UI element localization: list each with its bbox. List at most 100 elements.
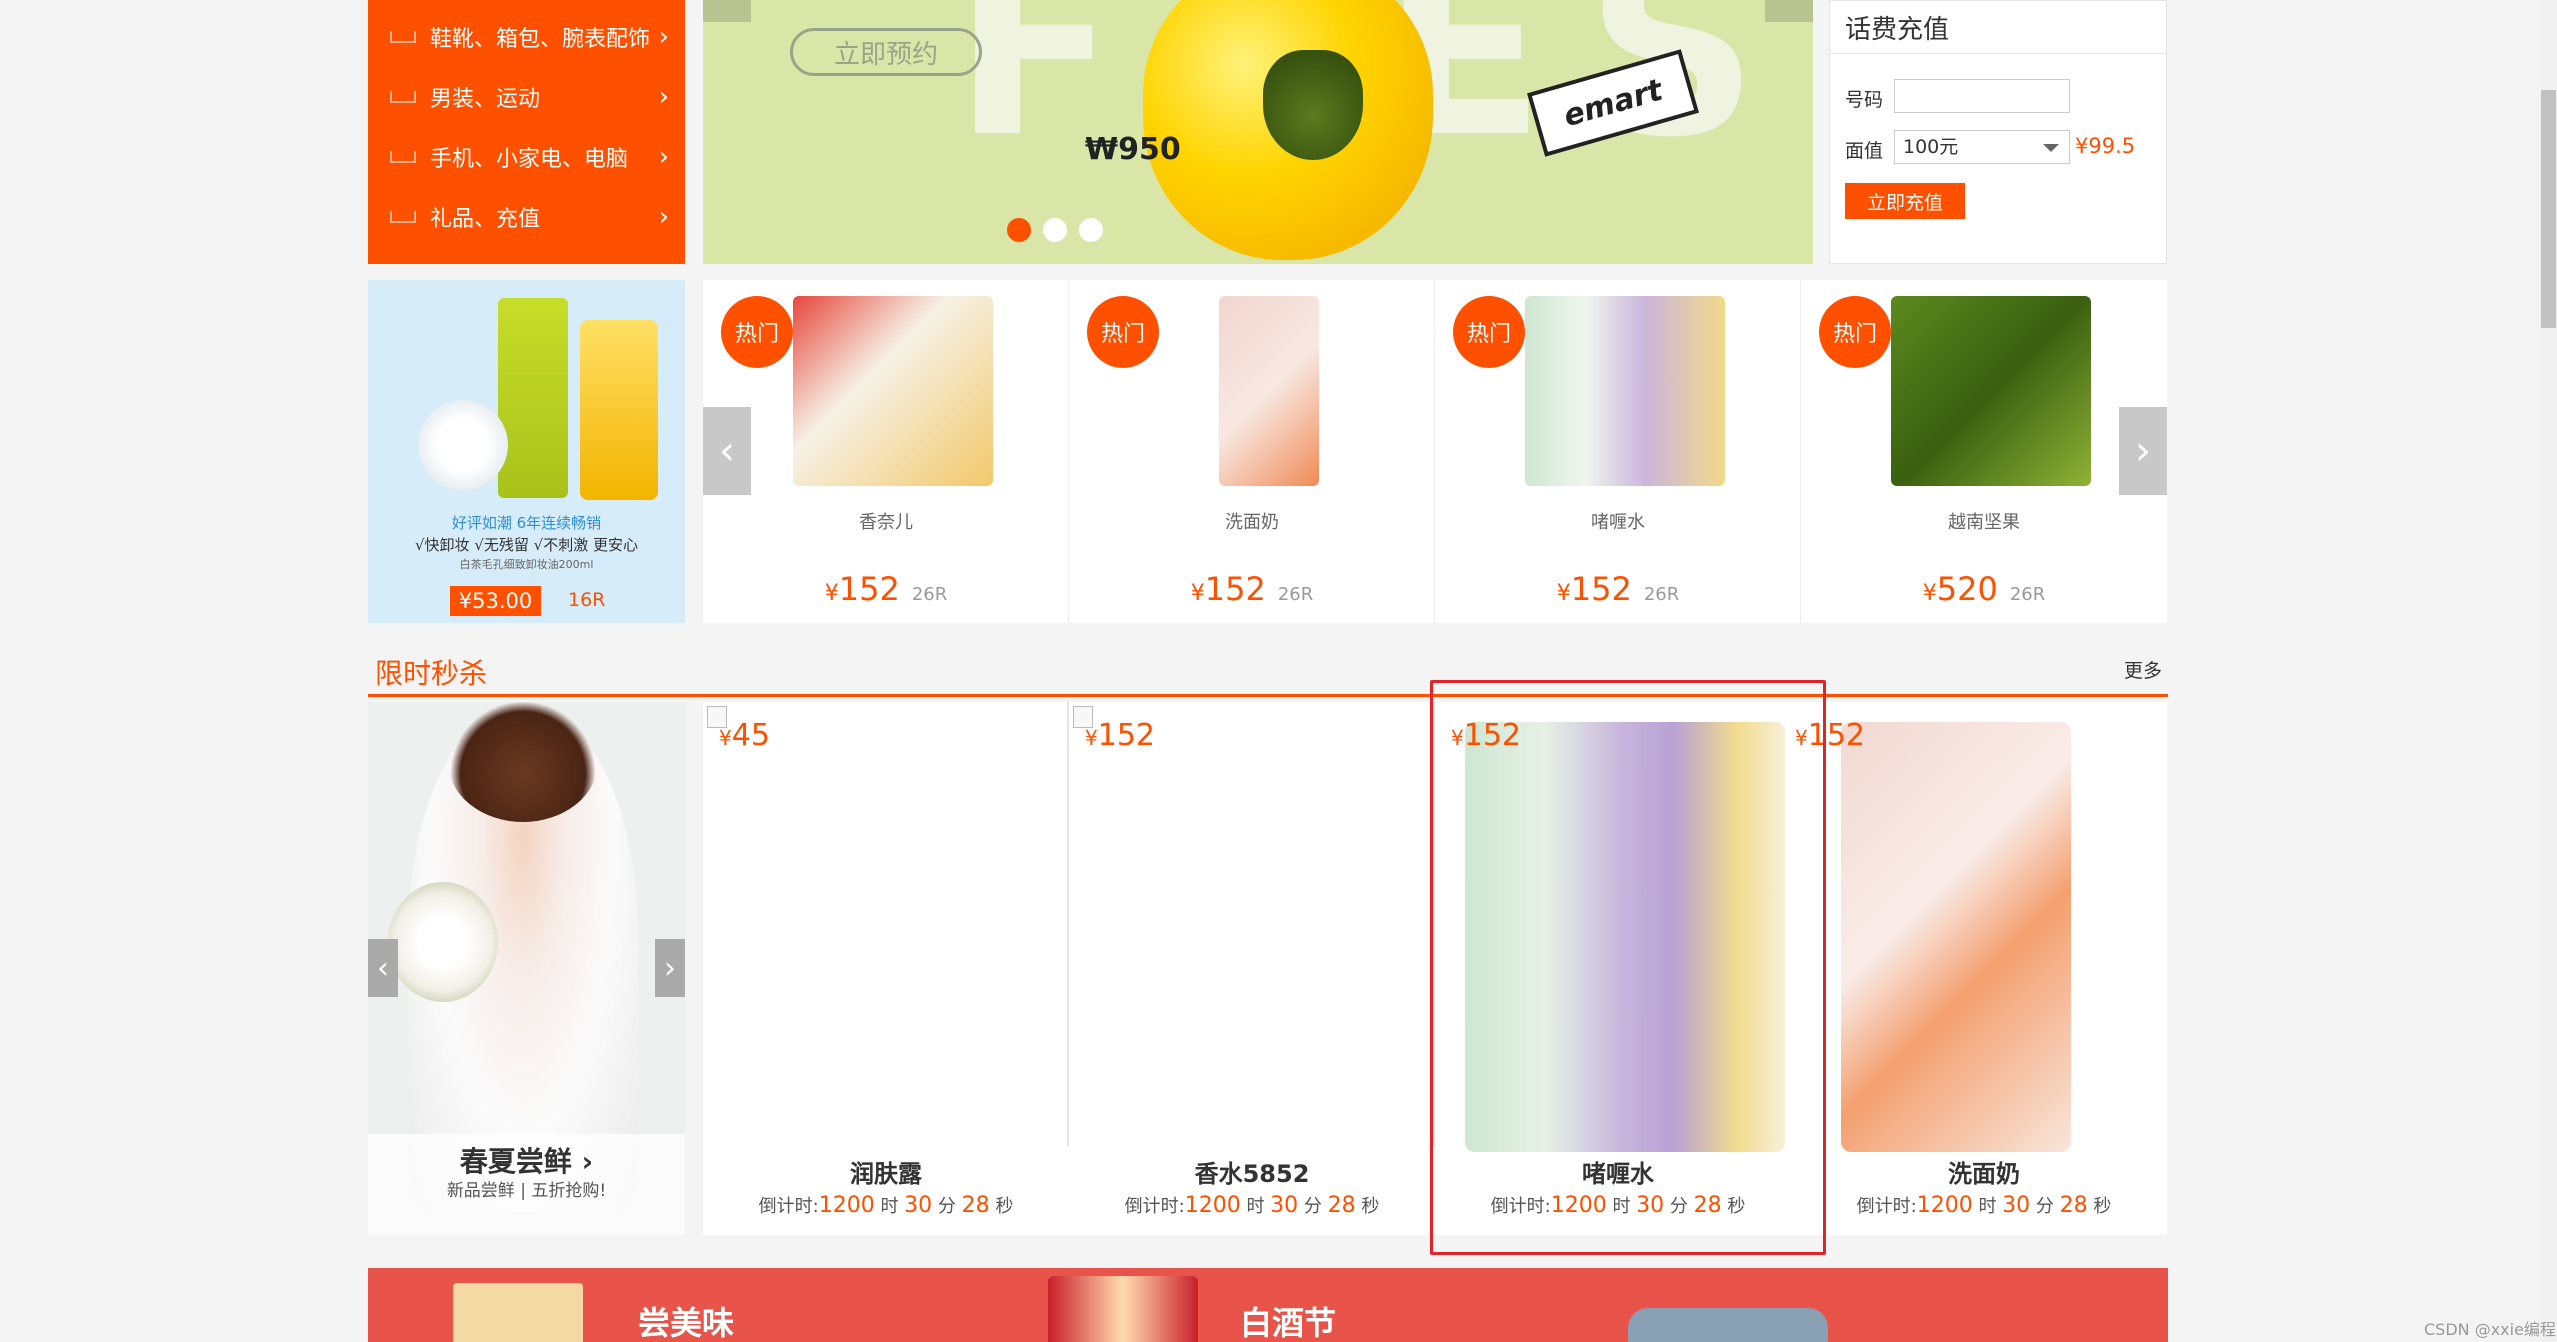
shoe-icon [390, 31, 416, 43]
chevron-right-icon: › [658, 202, 669, 232]
divider [1830, 53, 2168, 54]
olive-oil-product-image [1891, 296, 2091, 486]
minute-unit: 分 [1303, 1196, 1322, 1217]
category-label: 男装、运动 [430, 87, 541, 112]
flash-sale-card[interactable]: ¥152 洗面奶 倒计时:1200 时 30 分 28 秒 [1795, 702, 2167, 1235]
reserve-button[interactable]: 立即预约 [790, 28, 982, 76]
hot-badge: 热门 [721, 296, 793, 368]
price-unit: 26R [1277, 584, 1314, 605]
price-unit: 26R [1643, 584, 1680, 605]
countdown-seconds: 28 [961, 1193, 990, 1218]
flash-price: ¥45 [719, 718, 770, 753]
currency-symbol: ¥ [719, 726, 732, 750]
currency-symbol: ¥ [1085, 726, 1098, 750]
recharge-price: ¥99.5 [2075, 134, 2136, 158]
hot-product-card[interactable]: 热门 越南坚果 ¥520 26R [1801, 280, 2167, 623]
countdown-minutes: 30 [1270, 1193, 1299, 1218]
selection-highlight [1430, 680, 1826, 1255]
main-banner[interactable]: FRESH 立即预约 ₩950 emart [703, 0, 1813, 264]
currency-symbol: ¥ [824, 581, 839, 606]
price-value: 45 [731, 718, 770, 753]
countdown-minutes: 30 [904, 1193, 933, 1218]
amount-selected-value: 100元 [1903, 136, 1959, 158]
cosmetics-product-image [1525, 296, 1725, 486]
phone-number-input[interactable] [1894, 79, 2070, 113]
flash-sale-card[interactable]: ¥152 香水5852 倒计时:1200 时 30 分 28 秒 [1069, 702, 1435, 1235]
countdown: 倒计时:1200 时 30 分 28 秒 [1801, 1192, 2167, 1218]
banner-prev-button[interactable] [703, 0, 751, 22]
category-item-menswear[interactable]: 男装、运动 › [368, 67, 685, 127]
countdown: 倒计时:1200 时 30 分 28 秒 [1069, 1192, 1435, 1218]
currency-symbol: ¥ [1190, 581, 1205, 606]
hot-product-card[interactable]: 热门 洗面奶 ¥152 26R [1069, 280, 1435, 623]
category-item-gifts[interactable]: 礼品、充值 › [368, 187, 685, 247]
countdown-prefix: 倒计时: [1124, 1196, 1185, 1217]
bottom-banner-text: 白酒节 [1240, 1304, 1337, 1342]
scrollbar-thumb[interactable] [2541, 90, 2556, 328]
price-value: 152 [1097, 718, 1155, 753]
price-value: 520 [1936, 570, 1998, 608]
phone-label: 号码 [1845, 89, 1884, 111]
pepper-stem [1263, 50, 1363, 160]
flash-price: ¥152 [1085, 718, 1155, 753]
carousel-dot[interactable] [1079, 218, 1103, 242]
hot-badge: 热门 [1087, 296, 1159, 368]
second-unit: 秒 [1361, 1196, 1380, 1217]
countdown-hours: 1200 [818, 1193, 875, 1218]
flash-product-name: 洗面奶 [1948, 1160, 2020, 1188]
banner-next-button[interactable] [1765, 0, 1813, 22]
flower-image [418, 400, 508, 490]
milk-product-image [793, 296, 993, 486]
recharge-title: 话费充值 [1845, 15, 1950, 45]
promo-price: ¥53.00 [450, 586, 541, 616]
currency-symbol: ¥ [1556, 581, 1571, 606]
product-price: ¥152 26R [1069, 570, 1435, 608]
chevron-right-icon: › [658, 22, 669, 52]
product-name: 香奈儿 [859, 512, 913, 533]
promo-product-name: 白茶毛孔细致卸妆油200ml [459, 558, 594, 571]
banner-next-button[interactable]: › [655, 939, 685, 997]
countdown-prefix: 倒计时: [1856, 1196, 1917, 1217]
product-name: 啫喱水 [1591, 512, 1645, 533]
hot-prev-button[interactable]: ‹ [703, 407, 751, 495]
flash-sale-card[interactable]: ¥45 润肤露 倒计时:1200 时 30 分 28 秒 [703, 702, 1069, 1235]
gift-icon [390, 211, 416, 223]
phone-recharge-panel: 话费充值 号码 面值 100元 ¥99.5 立即充值 [1829, 0, 2168, 264]
banner-caption-title: 春夏尝鲜 › [368, 1140, 685, 1180]
second-unit: 秒 [995, 1196, 1014, 1217]
flash-sale-banner[interactable]: 春夏尝鲜 › 新品尝鲜 | 五折抢购! ‹ › [368, 702, 685, 1235]
carousel-dot[interactable] [1007, 218, 1031, 242]
currency-symbol: ¥ [1922, 581, 1937, 606]
category-item-phones[interactable]: 手机、小家电、电脑 › [368, 127, 685, 187]
second-unit: 秒 [2093, 1196, 2112, 1217]
chevron-right-icon: › [2135, 428, 2151, 474]
chevron-right-icon: › [581, 1145, 594, 1178]
category-label: 鞋靴、箱包、腕表配饰 [430, 27, 651, 52]
phone-product-image [1219, 296, 1319, 486]
bouquet-image [388, 882, 498, 1002]
countdown-seconds: 28 [1327, 1193, 1356, 1218]
hot-badge: 热门 [1453, 296, 1525, 368]
hot-product-card[interactable]: 热门 香奈儿 ¥152 26R [703, 280, 1069, 623]
bride-hair [448, 702, 598, 822]
banner-caption-subtitle: 新品尝鲜 | 五折抢购! [446, 1181, 607, 1201]
hot-next-button[interactable]: › [2119, 407, 2167, 495]
minute-unit: 分 [937, 1196, 956, 1217]
amount-select[interactable]: 100元 [1894, 130, 2070, 164]
more-link[interactable]: 更多 [2124, 656, 2162, 683]
promo-ad[interactable]: 好评如潮 6年连续畅销 √快卸妆 √无残留 √不刺激 更安心 白茶毛孔细致卸妆油… [368, 280, 685, 623]
product-name: 洗面奶 [1225, 512, 1279, 533]
bottom-banner-text: 尝美味 [638, 1304, 735, 1342]
promo-unit: 16R [568, 589, 606, 611]
bottom-banner[interactable]: 尝美味 白酒节 [368, 1268, 2168, 1342]
liquor-image [1048, 1276, 1198, 1342]
carousel-dot[interactable] [1043, 218, 1067, 242]
banner-prev-button[interactable]: ‹ [368, 939, 398, 997]
category-item-shoes[interactable]: 鞋靴、箱包、腕表配饰 › [368, 7, 685, 67]
hot-product-card[interactable]: 热门 啫喱水 ¥152 26R [1435, 280, 1801, 623]
flash-sale-title: 限时秒杀 [375, 657, 488, 690]
recharge-submit-button[interactable]: 立即充值 [1845, 183, 1965, 219]
clothes-icon [390, 91, 416, 103]
hour-unit: 时 [1978, 1196, 1997, 1217]
gift-box-image [453, 1283, 583, 1342]
